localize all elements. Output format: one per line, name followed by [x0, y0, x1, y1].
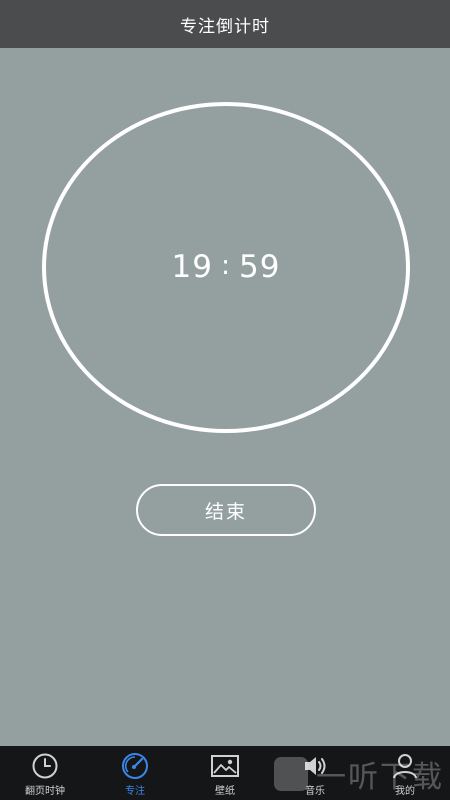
header-bar: 专注倒计时 — [0, 0, 450, 48]
end-button-label: 结束 — [204, 500, 247, 523]
tab-wallpaper-label: 壁纸 — [215, 786, 235, 797]
bottom-tab-bar: 翻页时钟 专注 壁纸 音乐 我的 — [0, 746, 450, 800]
page-title: 专注倒计时 — [180, 16, 270, 37]
countdown-seconds: 59 — [239, 249, 281, 285]
speaker-icon — [300, 752, 330, 780]
tab-focus[interactable]: 专注 — [90, 746, 180, 800]
tab-music[interactable]: 音乐 — [270, 746, 360, 800]
clock-icon — [30, 752, 60, 780]
tab-flip-clock[interactable]: 翻页时钟 — [0, 746, 90, 800]
tab-mine[interactable]: 我的 — [360, 746, 450, 800]
focus-dial-icon — [120, 752, 150, 780]
countdown-display: 19 : 59 — [171, 252, 280, 283]
tab-wallpaper[interactable]: 壁纸 — [180, 746, 270, 800]
countdown-minutes: 19 — [171, 249, 213, 285]
tab-mine-label: 我的 — [395, 786, 415, 797]
end-button[interactable]: 结束 — [136, 484, 316, 536]
tab-flip-clock-label: 翻页时钟 — [25, 786, 65, 797]
picture-icon — [210, 752, 240, 780]
countdown-separator: : — [220, 250, 232, 281]
timer-ring: 19 : 59 — [42, 102, 410, 433]
person-icon — [390, 752, 420, 780]
tab-music-label: 音乐 — [305, 786, 325, 797]
tab-focus-label: 专注 — [125, 786, 145, 797]
focus-main: 19 : 59 结束 — [0, 48, 450, 746]
